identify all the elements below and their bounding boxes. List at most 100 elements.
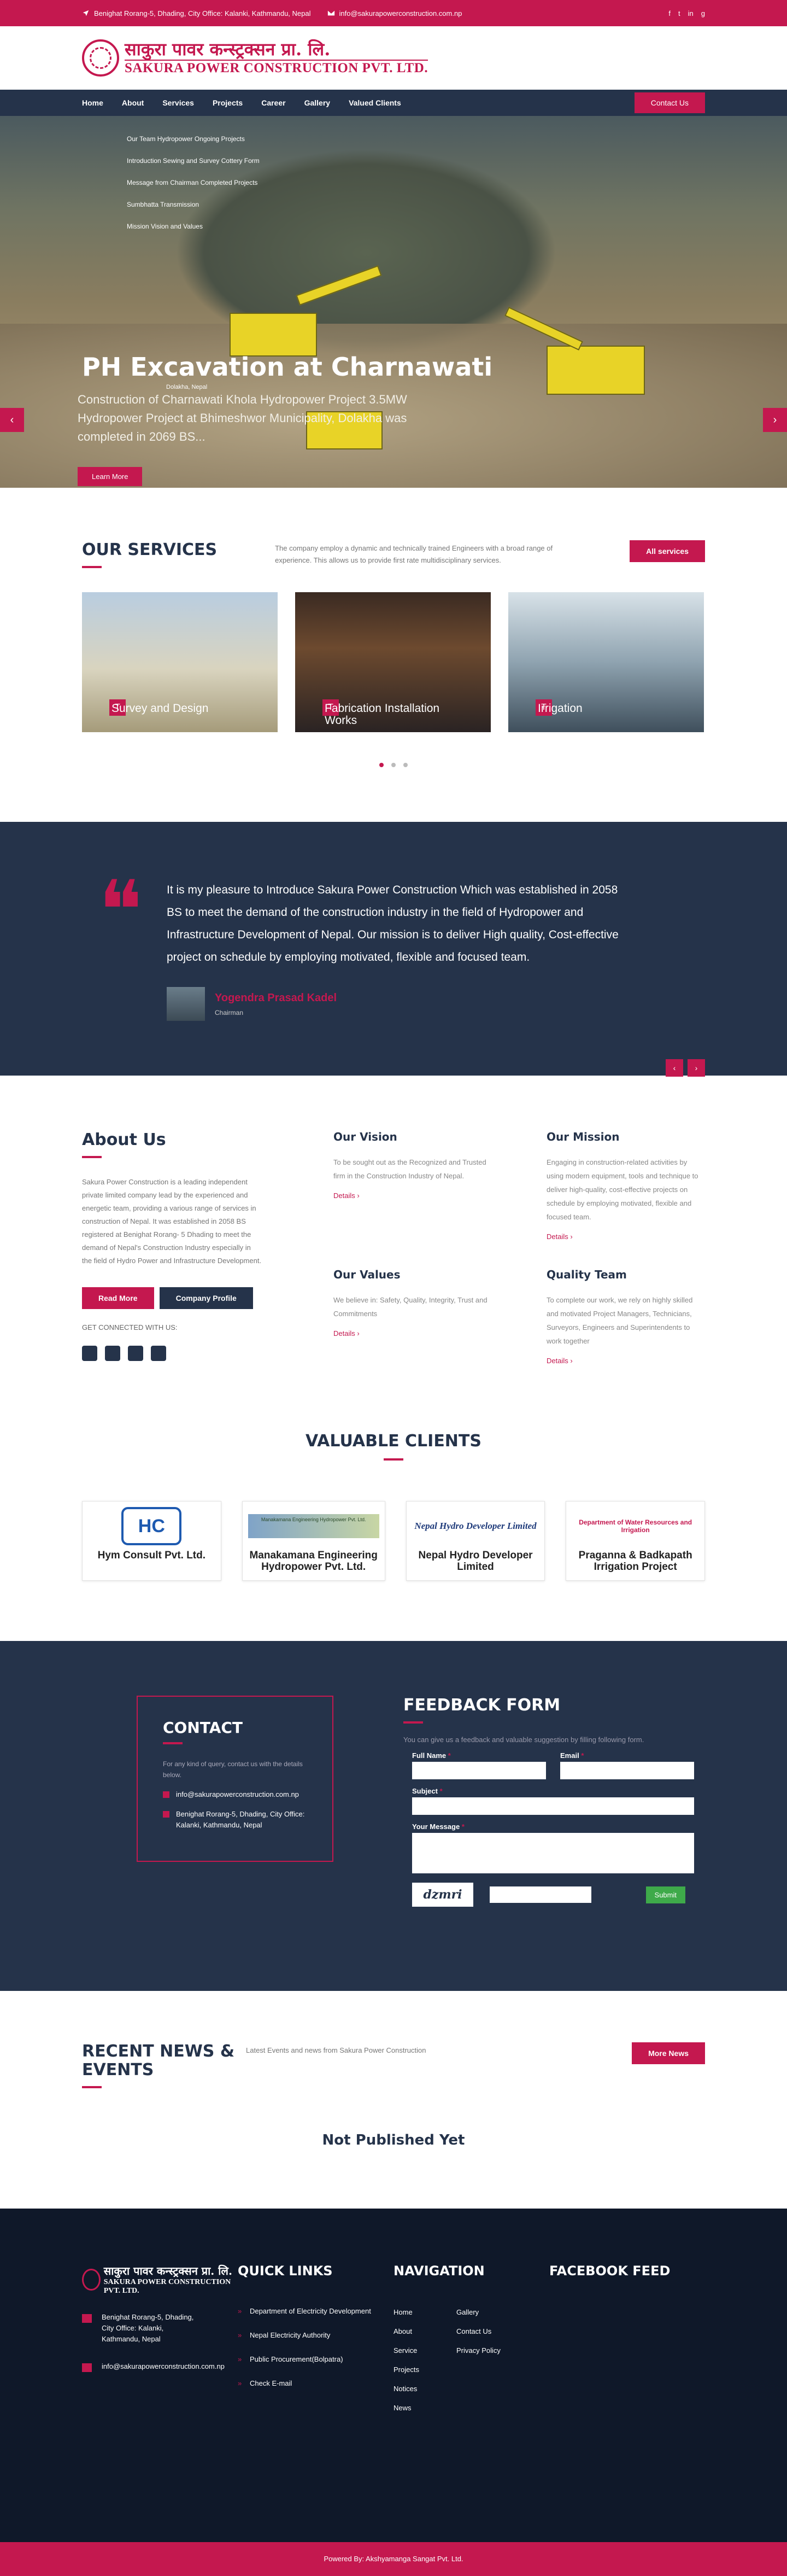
footer-nav-link[interactable]: Notices — [393, 2385, 419, 2393]
hero-menu-item[interactable]: Our Team Hydropower Ongoing Projects — [127, 128, 260, 150]
site-logo[interactable]: साकुरा पावर कन्स्ट्रक्सन प्रा. लि. SAKUR… — [82, 39, 428, 77]
navigation-title: NAVIGATION — [393, 2263, 485, 2279]
all-services-button[interactable]: All services — [630, 540, 705, 562]
service-label: Survey and Design — [111, 702, 209, 715]
feedback-form: FEEDBACK FORM You can give us a feedback… — [403, 1696, 698, 1907]
full-name-input[interactable] — [412, 1762, 546, 1779]
client-card[interactable]: HC Hym Consult Pvt. Ltd. — [82, 1501, 221, 1581]
feedback-desc: You can give us a feedback and valuable … — [403, 1736, 644, 1744]
footer-nav-link[interactable]: Contact Us — [456, 2327, 501, 2335]
instagram-icon[interactable] — [128, 1346, 143, 1361]
linkedin-icon[interactable] — [151, 1346, 166, 1361]
service-label: Irrigation — [538, 702, 583, 715]
client-card[interactable]: Department of Water Resources and Irriga… — [566, 1501, 706, 1581]
block-title: Our Vision — [333, 1130, 397, 1143]
footer-nav-link[interactable]: News — [393, 2404, 419, 2412]
nav-home[interactable]: Home — [82, 98, 103, 107]
home-icon — [82, 2314, 92, 2323]
footer-nav-link[interactable]: About — [393, 2327, 419, 2335]
slider-next-icon[interactable]: › — [763, 408, 787, 432]
quote-next-icon[interactable]: › — [688, 1059, 705, 1077]
footer-logo[interactable]: साकुरा पावर कन्स्ट्रक्सन प्रा. लि. SAKUR… — [82, 2263, 238, 2295]
details-link[interactable]: Details › — [547, 1232, 573, 1241]
more-news-button[interactable]: More News — [632, 2042, 705, 2064]
contact-us-button[interactable]: Contact Us — [634, 92, 705, 113]
contact-email[interactable]: info@sakurapowerconstruction.com.np — [163, 1789, 307, 1800]
title-underline — [82, 1156, 102, 1158]
slider-prev-icon[interactable]: ‹ — [0, 408, 24, 432]
company-profile-button[interactable]: Company Profile — [159, 1287, 253, 1309]
news-desc: Latest Events and news from Sakura Power… — [246, 2046, 426, 2054]
footer-nav-link[interactable]: Home — [393, 2308, 419, 2316]
nav-valued-clients[interactable]: Valued Clients — [349, 98, 401, 107]
service-label: Fabrication Installation Works — [325, 702, 440, 727]
facebook-icon[interactable] — [82, 1346, 97, 1361]
block-title: Our Values — [333, 1268, 401, 1281]
twitter-icon[interactable]: t — [678, 9, 680, 17]
quote-prev-icon[interactable]: ‹ — [666, 1059, 683, 1077]
footer: साकुरा पावर कन्स्ट्रक्सन प्रा. लि. SAKUR… — [0, 2209, 787, 2542]
quick-links-title: QUICK LINKS — [238, 2263, 333, 2279]
email-input[interactable] — [560, 1762, 694, 1779]
nav-services[interactable]: Services — [162, 98, 194, 107]
topbar-email[interactable]: info@sakurapowerconstruction.com.np — [339, 9, 462, 17]
details-link[interactable]: Details › — [333, 1191, 360, 1200]
nav-about[interactable]: About — [122, 98, 144, 107]
feedback-title: FEEDBACK FORM — [403, 1696, 561, 1715]
block-text: To complete our work, we rely on highly … — [547, 1296, 693, 1345]
quick-link[interactable]: Nepal Electricity Authority — [238, 2330, 393, 2341]
footer-nav-link[interactable]: Service — [393, 2346, 419, 2355]
service-card[interactable]: T Irrigation — [508, 592, 704, 732]
hero-menu-item[interactable]: Introduction Sewing and Survey Cottery F… — [127, 150, 260, 172]
subject-input[interactable] — [412, 1797, 694, 1815]
service-card[interactable]: T Fabrication Installation Works — [295, 592, 491, 732]
read-more-button[interactable]: Read More — [82, 1287, 154, 1309]
title-underline — [163, 1742, 183, 1744]
quick-link[interactable]: Check E-mail — [238, 2378, 393, 2389]
hero-menu-item[interactable]: Message from Chairman Completed Projects — [127, 172, 260, 194]
client-card[interactable]: Nepal Hydro Developer Limited Nepal Hydr… — [406, 1501, 545, 1581]
client-card[interactable]: Manakamana Engineering Hydropower Pvt. L… — [242, 1501, 385, 1581]
hero-dropdown-menu: Our Team Hydropower Ongoing Projects Int… — [127, 128, 260, 237]
quick-link[interactable]: Department of Electricity Development — [238, 2306, 393, 2317]
copyright-text[interactable]: Powered By: Akshyamanga Sangat Pvt. Ltd. — [324, 2555, 463, 2563]
carousel-dot[interactable] — [379, 763, 384, 767]
carousel-dot[interactable] — [403, 763, 408, 767]
footer-logo-english: SAKURA POWER CONSTRUCTION PVT. LTD. — [103, 2278, 231, 2295]
email-label: Email * — [560, 1751, 584, 1760]
google-icon[interactable]: g — [701, 9, 705, 17]
twitter-icon[interactable] — [105, 1346, 120, 1361]
hero-menu-item[interactable]: Mission Vision and Values — [127, 215, 260, 237]
linkedin-icon[interactable]: in — [688, 9, 694, 17]
submit-button[interactable]: Submit — [645, 1886, 685, 1903]
chairman-message: ❝ It is my pleasure to Introduce Sakura … — [0, 822, 787, 1077]
message-textarea[interactable] — [412, 1833, 694, 1873]
copyright-bar: Powered By: Akshyamanga Sangat Pvt. Ltd. — [0, 2542, 787, 2576]
service-card[interactable]: T Survey and Design — [82, 592, 278, 732]
facebook-icon[interactable]: f — [668, 9, 671, 17]
footer-email[interactable]: info@sakurapowerconstruction.com.np — [82, 2361, 238, 2372]
contact-feedback-section: CONTACT For any kind of query, contact u… — [0, 1641, 787, 1991]
hero-menu-item[interactable]: Sumbhatta Transmission — [127, 194, 260, 215]
footer-nav-link[interactable]: Projects — [393, 2365, 419, 2374]
services-title: OUR SERVICES — [82, 540, 218, 559]
nav-gallery[interactable]: Gallery — [304, 98, 330, 107]
footer-nav-link[interactable]: Gallery — [456, 2308, 501, 2316]
news-section: RECENT NEWS & EVENTS Latest Events and n… — [0, 1991, 787, 2209]
captcha-input[interactable] — [490, 1886, 591, 1903]
nav-projects[interactable]: Projects — [213, 98, 243, 107]
carousel-dot[interactable] — [391, 763, 396, 767]
details-link[interactable]: Details › — [547, 1357, 573, 1365]
client-name: Praganna & Badkapath Irrigation Project — [578, 1550, 692, 1573]
title-underline — [384, 1458, 403, 1461]
nav-career[interactable]: Career — [261, 98, 285, 107]
subject-label: Subject * — [412, 1787, 443, 1795]
email-info[interactable]: info@sakurapowerconstruction.com.np — [327, 9, 462, 17]
block-text: To be sought out as the Recognized and T… — [333, 1158, 486, 1180]
details-link[interactable]: Details › — [333, 1329, 360, 1337]
footer-nav-link[interactable]: Privacy Policy — [456, 2346, 501, 2355]
location-icon — [163, 1811, 169, 1818]
facebook-feed: FACEBOOK FEED — [549, 2263, 705, 2434]
learn-more-button[interactable]: Learn More — [78, 467, 143, 486]
quick-link[interactable]: Public Procurement(Bolpatra) — [238, 2354, 393, 2365]
